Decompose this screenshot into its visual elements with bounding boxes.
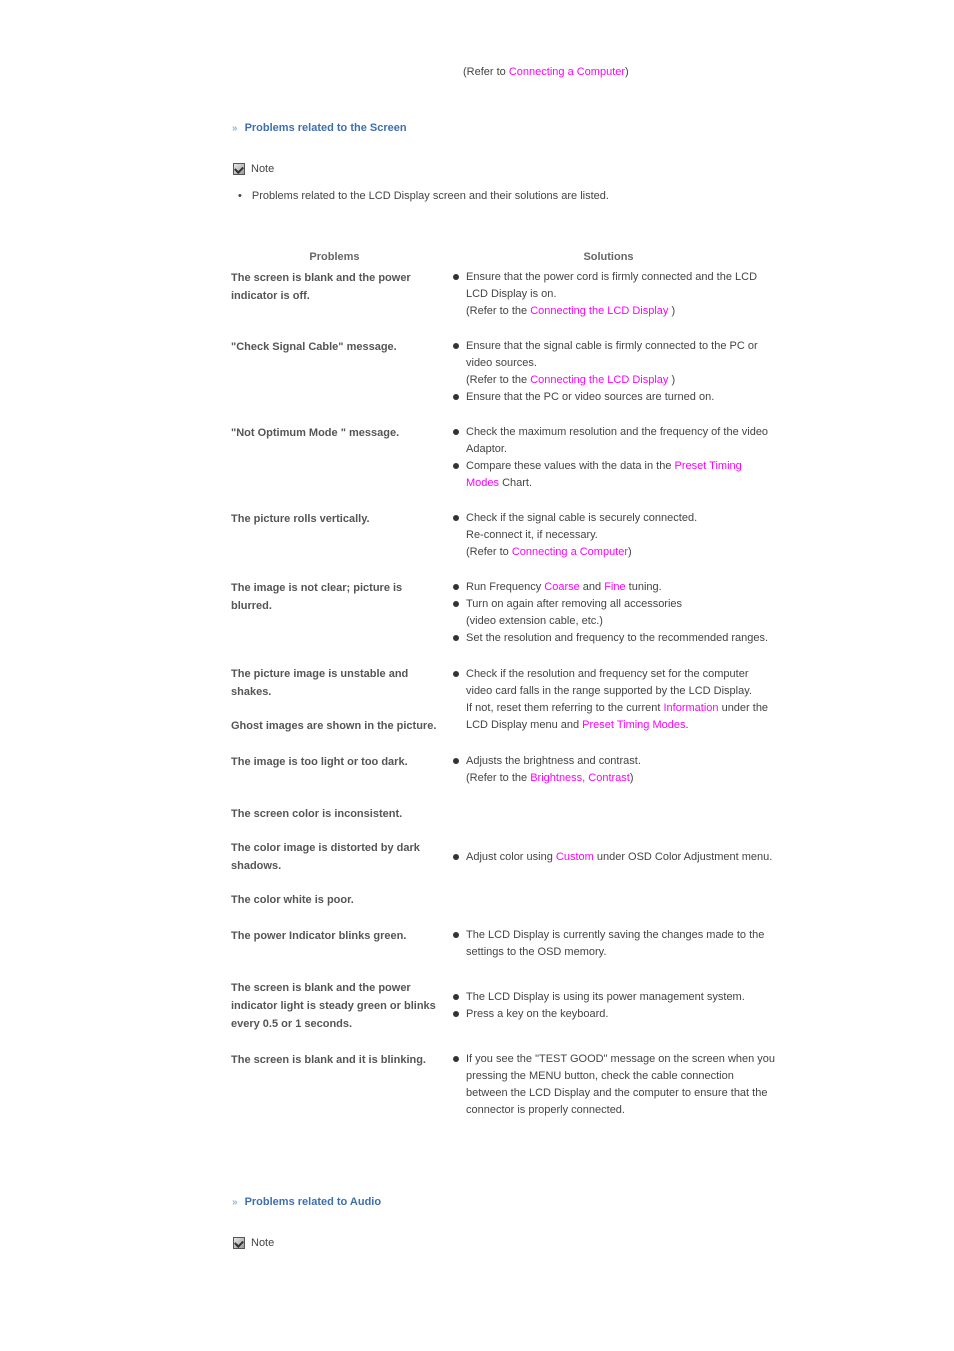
section-title: Problems related to the Screen: [244, 122, 407, 134]
table-row: The screen is blank and it is blinking. …: [228, 1051, 776, 1119]
table-row: "Check Signal Cable" message. Ensure tha…: [228, 338, 776, 406]
solution-cell: Check the maximum resolution and the fre…: [441, 424, 776, 492]
solution-item: Run Frequency Coarse and Fine tuning.: [453, 579, 776, 596]
solution-cell: The LCD Display is using its power manag…: [441, 979, 776, 1033]
solution-item: Ensure that the power cord is firmly con…: [453, 269, 776, 320]
solution-item: Turn on again after removing all accesso…: [453, 596, 776, 630]
header-solutions: Solutions: [583, 251, 634, 263]
solution-cell: Adjusts the brightness and contrast. (Re…: [441, 753, 776, 787]
solution-item: Check if the signal cable is securely co…: [453, 510, 776, 561]
solution-item: Ensure that the PC or video sources are …: [453, 389, 776, 406]
header-problems: Problems: [309, 251, 360, 263]
solution-cell: Run Frequency Coarse and Fine tuning. Tu…: [441, 579, 776, 647]
problem-cell: The screen is blank and it is blinking.: [231, 1054, 426, 1066]
connecting-the-lcd-display-link[interactable]: Connecting the LCD Display: [530, 374, 668, 386]
problem-text: The color image is distorted by dark sha…: [231, 842, 420, 872]
problem-cell: The power Indicator blinks green.: [231, 930, 407, 942]
section-heading-screen: » Problems related to the Screen: [232, 122, 407, 134]
solution-cell: If you see the "TEST GOOD" message on th…: [441, 1051, 776, 1119]
note-label: Note: [233, 163, 274, 175]
problem-text: The picture image is unstable and shakes…: [231, 668, 409, 698]
note-label: Note: [233, 1237, 274, 1249]
solution-item: Ensure that the signal cable is firmly c…: [453, 338, 776, 389]
problem-cell: "Not Optimum Mode " message.: [231, 427, 400, 439]
problem-cell: The screen is blank and the power indica…: [231, 982, 436, 1030]
solution-cell: Check if the resolution and frequency se…: [441, 665, 776, 735]
note-checkbox-icon: [233, 1237, 245, 1249]
problem-cell: The image is not clear; picture is blurr…: [231, 582, 403, 612]
solution-cell: Ensure that the power cord is firmly con…: [441, 269, 776, 320]
solution-item: The LCD Display is currently saving the …: [453, 927, 776, 961]
problem-cell: "Check Signal Cable" message.: [231, 341, 397, 353]
section-heading-audio: » Problems related to Audio: [232, 1196, 381, 1208]
solution-item: Set the resolution and frequency to the …: [453, 630, 776, 647]
solution-cell: Ensure that the signal cable is firmly c…: [441, 338, 776, 406]
problem-text: Ghost images are shown in the picture.: [231, 720, 437, 732]
solution-item: Adjust color using Custom under OSD Colo…: [453, 849, 776, 866]
bullet-icon: •: [238, 190, 242, 202]
problem-text: The screen color is inconsistent.: [231, 808, 403, 820]
table-row: The screen is blank and the power indica…: [228, 269, 776, 320]
table-row: "Not Optimum Mode " message. Check the m…: [228, 424, 776, 492]
table-row: The picture rolls vertically. Check if t…: [228, 510, 776, 561]
table-header-row: Problems Solutions: [228, 248, 776, 269]
solution-cell: Adjust color using Custom under OSD Colo…: [441, 805, 776, 909]
section-title: Problems related to Audio: [244, 1196, 382, 1208]
solution-cell: Check if the signal cable is securely co…: [441, 510, 776, 561]
table-row: The screen color is inconsistent. The co…: [228, 805, 776, 909]
double-chevron-right-icon: »: [232, 1197, 238, 1208]
problem-cell: The screen color is inconsistent. The co…: [228, 805, 441, 909]
solution-item: If you see the "TEST GOOD" message on th…: [453, 1051, 776, 1119]
problem-cell: The picture image is unstable and shakes…: [228, 665, 441, 735]
fine-link[interactable]: Fine: [604, 581, 625, 593]
brightness-contrast-link[interactable]: Brightness, Contrast: [530, 772, 630, 784]
top-reference: (Refer to Connecting a Computer): [463, 66, 629, 78]
intro-bullet: • Problems related to the LCD Display scr…: [238, 190, 609, 202]
troubleshooting-table: Problems Solutions The screen is blank a…: [228, 248, 776, 1119]
table-row: The screen is blank and the power indica…: [228, 979, 776, 1033]
problem-cell: The picture rolls vertically.: [231, 513, 370, 525]
note-text: Note: [251, 163, 275, 175]
note-text: Note: [251, 1237, 275, 1249]
problem-cell: The screen is blank and the power indica…: [231, 272, 411, 302]
intro-text: Problems related to the LCD Display scre…: [251, 190, 609, 202]
custom-link[interactable]: Custom: [556, 851, 594, 863]
connecting-the-lcd-display-link[interactable]: Connecting the LCD Display: [530, 305, 668, 317]
solution-item: Compare these values with the data in th…: [453, 458, 776, 492]
solution-cell: The LCD Display is currently saving the …: [441, 927, 776, 961]
preset-timing-modes-link[interactable]: Preset Timing Modes: [582, 719, 685, 731]
double-chevron-right-icon: »: [232, 123, 238, 134]
coarse-link[interactable]: Coarse: [544, 581, 579, 593]
problem-cell: The image is too light or too dark.: [231, 756, 408, 768]
connecting-a-computer-link[interactable]: Connecting a Computer: [512, 546, 628, 558]
solution-item: Check the maximum resolution and the fre…: [453, 424, 776, 458]
solution-item: The LCD Display is using its power manag…: [453, 989, 776, 1006]
solution-item: Press a key on the keyboard.: [453, 1006, 776, 1023]
table-row: The picture image is unstable and shakes…: [228, 665, 776, 735]
solution-item: Check if the resolution and frequency se…: [453, 666, 776, 734]
note-checkbox-icon: [233, 163, 245, 175]
ref-prefix: (Refer to: [463, 66, 509, 78]
connecting-a-computer-link[interactable]: Connecting a Computer: [509, 66, 625, 78]
table-row: The image is not clear; picture is blurr…: [228, 579, 776, 647]
table-row: The image is too light or too dark. Adju…: [228, 753, 776, 787]
ref-suffix: ): [625, 66, 629, 78]
table-row: The power Indicator blinks green. The LC…: [228, 927, 776, 961]
problem-text: The color white is poor.: [231, 894, 354, 906]
solution-item: Adjusts the brightness and contrast. (Re…: [453, 753, 776, 787]
information-link[interactable]: Information: [663, 702, 718, 714]
